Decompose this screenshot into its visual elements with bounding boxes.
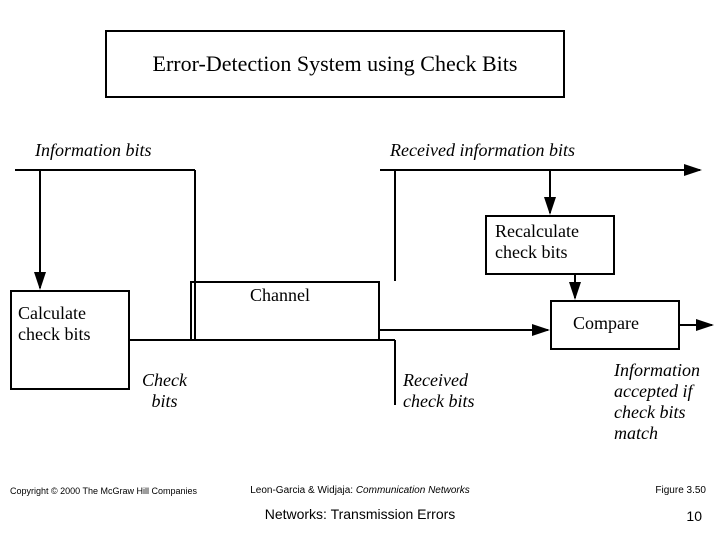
citation-authors: Leon-Garcia & Widjaja: xyxy=(250,485,353,496)
title-box: Error-Detection System using Check Bits xyxy=(105,30,565,98)
title-text: Error-Detection System using Check Bits xyxy=(153,51,518,77)
citation-title: Communication Networks xyxy=(356,485,470,496)
compare-label: Compare xyxy=(573,313,639,334)
accepted-label: Information accepted if check bits match xyxy=(614,360,700,444)
footer-subtitle: Networks: Transmission Errors xyxy=(0,506,720,522)
received-information-bits-label: Received information bits xyxy=(390,140,575,161)
figure-number: Figure 3.50 xyxy=(655,485,706,496)
check-bits-label: Check bits xyxy=(142,370,187,412)
channel-label: Channel xyxy=(250,285,310,306)
calculate-label: Calculate check bits xyxy=(18,303,90,345)
citation: Leon-Garcia & Widjaja: Communication Net… xyxy=(0,485,720,496)
received-check-bits-label: Received check bits xyxy=(403,370,474,412)
information-bits-label: Information bits xyxy=(35,140,152,161)
recalculate-label: Recalculate check bits xyxy=(495,221,579,263)
page-number: 10 xyxy=(686,508,702,524)
